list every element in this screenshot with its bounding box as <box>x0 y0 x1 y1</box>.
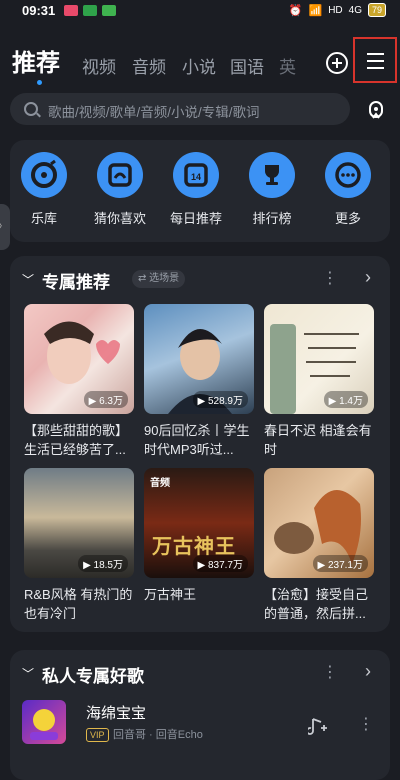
quick-link-library[interactable]: 乐库 <box>12 152 76 227</box>
add-to-playlist-icon[interactable] <box>308 716 328 736</box>
tab-audio[interactable]: 音频 <box>132 53 166 78</box>
song-artist: 回音哥 · 回音Echo <box>113 729 203 741</box>
playlist-cover: ▶ 237.1万 <box>264 468 374 578</box>
section-more-icon[interactable]: ⋮ <box>322 662 338 682</box>
exclusive-recommend-card: ﹀ 专属推荐 ⇄ 选场景 ⋮ › ▶ 6.3万 【那些甜甜的歌】生活已经够苦了.… <box>10 256 390 632</box>
select-scene-label: 选场景 <box>149 273 180 284</box>
calendar-badge: 14 <box>191 172 201 182</box>
select-scene-button[interactable]: ⇄ 选场景 <box>132 270 186 288</box>
section-chevron-right-icon[interactable]: › <box>365 267 371 288</box>
tab-english[interactable]: 英 <box>279 53 296 78</box>
playlist-title: 春日不迟 相逢会有时 <box>264 423 372 457</box>
tab-mandarin[interactable]: 国语 <box>230 53 264 78</box>
menu-icon <box>367 53 384 55</box>
quick-link-charts[interactable]: 排行榜 <box>240 152 304 227</box>
alarm-icon: ⏰ <box>288 4 303 17</box>
playlist-title: 90后回忆杀丨学生时代MP3听过... <box>144 423 250 457</box>
playlist-cover: 音频 万古神王 ▶ 837.7万 <box>144 468 254 578</box>
section-chevron-right-icon[interactable]: › <box>365 661 371 682</box>
status-time: 09:31 <box>22 3 56 18</box>
play-count-value: 237.1万 <box>327 560 363 571</box>
tab-recommend[interactable]: 推荐 <box>12 43 60 78</box>
guess-like-icon <box>97 152 143 198</box>
playlist-tile[interactable]: ▶ 1.4万 春日不迟 相逢会有时 <box>264 304 374 459</box>
tab-video[interactable]: 视频 <box>82 53 116 78</box>
music-recognize-icon[interactable] <box>364 98 388 122</box>
play-count-value: 837.7万 <box>207 560 243 571</box>
playlist-title: 【那些甜甜的歌】生活已经够苦了... <box>24 423 129 457</box>
play-count-value: 6.3万 <box>99 396 123 407</box>
side-drawer-handle[interactable] <box>0 204 10 250</box>
quick-link-guess[interactable]: 猜你喜欢 <box>88 152 152 227</box>
vip-badge: VIP <box>86 728 109 742</box>
music-library-icon <box>21 152 67 198</box>
playlist-cover: ▶ 18.5万 <box>24 468 134 578</box>
menu-button[interactable] <box>353 37 397 83</box>
section-more-icon[interactable]: ⋮ <box>322 268 338 288</box>
quick-link-label: 每日推荐 <box>169 211 222 226</box>
app-notification-icon <box>64 5 78 16</box>
playlist-title: R&B风格 有热门的也有冷门 <box>24 587 133 621</box>
play-count-value: 18.5万 <box>93 560 123 571</box>
search-icon <box>24 102 38 116</box>
quick-links-panel: 乐库 猜你喜欢 14 每日推荐 排行榜 更多 <box>10 140 390 242</box>
section-header: ﹀ 专属推荐 ⇄ 选场景 ⋮ › <box>20 264 380 294</box>
quick-link-label: 更多 <box>334 211 361 226</box>
more-icon <box>325 152 371 198</box>
private-songs-card: ﹀ 私人专属好歌 ⋮ › 海绵宝宝 VIP 回音哥 · 回音Echo ⋮ <box>10 650 390 780</box>
song-title[interactable]: 海绵宝宝 <box>86 702 146 723</box>
playlist-cover: ▶ 6.3万 <box>24 304 134 414</box>
playlist-tile[interactable]: 音频 万古神王 ▶ 837.7万 万古神王 <box>144 468 254 604</box>
play-count: ▶ 237.1万 <box>312 555 368 572</box>
section-header: ﹀ 私人专属好歌 ⋮ › <box>20 658 380 688</box>
playlist-tile[interactable]: ▶ 18.5万 R&B风格 有热门的也有冷门 <box>24 468 134 623</box>
play-count: ▶ 528.9万 <box>192 391 248 408</box>
active-tab-indicator <box>37 80 42 85</box>
status-bar: 09:31 ⏰ 📶 HD 4G 79 <box>0 0 400 22</box>
collapse-chevron-icon[interactable]: ﹀ <box>22 271 34 288</box>
play-count-value: 528.9万 <box>207 396 243 407</box>
section-title: 专属推荐 <box>42 273 110 292</box>
play-count-value: 1.4万 <box>339 396 363 407</box>
playlist-tile[interactable]: ▶ 6.3万 【那些甜甜的歌】生活已经够苦了... <box>24 304 134 459</box>
playlist-cover: ▶ 528.9万 <box>144 304 254 414</box>
playlist-tile[interactable]: ▶ 528.9万 90后回忆杀丨学生时代MP3听过... <box>144 304 254 459</box>
playlist-tile[interactable]: ▶ 237.1万 【治愈】接受自己的普通，然后拼... <box>264 468 374 623</box>
signal-label: 4G <box>348 4 362 16</box>
playlist-cover: ▶ 1.4万 <box>264 304 374 414</box>
collapse-chevron-icon[interactable]: ﹀ <box>22 665 34 682</box>
song-more-icon[interactable]: ⋮ <box>358 714 374 734</box>
play-count: ▶ 1.4万 <box>323 391 368 408</box>
status-app-icons <box>64 5 116 16</box>
song-cover[interactable] <box>22 700 66 744</box>
battery-icon: 79 <box>367 3 386 17</box>
daily-calendar-icon: 14 <box>173 152 219 198</box>
wechat-icon <box>102 5 116 16</box>
wifi-icon: 📶 <box>308 4 323 17</box>
network-label: HD <box>328 4 343 16</box>
playlist-title: 万古神王 <box>144 587 197 602</box>
status-indicators: ⏰ 📶 HD 4G 79 <box>289 3 386 17</box>
audio-tag: 音频 <box>150 478 170 489</box>
play-count: ▶ 837.7万 <box>192 555 248 572</box>
app-notification-icon <box>83 5 97 16</box>
search-input[interactable]: 歌曲/视频/歌单/音频/小说/专辑/歌词 <box>10 93 350 125</box>
quick-link-label: 排行榜 <box>252 211 292 226</box>
play-count: ▶ 18.5万 <box>78 555 128 572</box>
tab-novel[interactable]: 小说 <box>182 53 216 78</box>
top-nav: 推荐 视频 音频 小说 国语 英 <box>0 38 400 88</box>
quick-link-label: 猜你喜欢 <box>93 211 146 226</box>
trophy-icon <box>249 152 295 198</box>
play-count: ▶ 6.3万 <box>83 391 128 408</box>
quick-link-more[interactable]: 更多 <box>316 152 380 227</box>
playlist-title: 【治愈】接受自己的普通，然后拼... <box>264 587 369 621</box>
add-icon[interactable] <box>326 52 348 74</box>
section-title: 私人专属好歌 <box>42 667 144 686</box>
quick-link-daily[interactable]: 14 每日推荐 <box>164 152 228 227</box>
search-placeholder: 歌曲/视频/歌单/音频/小说/专辑/歌词 <box>48 105 260 120</box>
quick-link-label: 乐库 <box>30 211 57 226</box>
